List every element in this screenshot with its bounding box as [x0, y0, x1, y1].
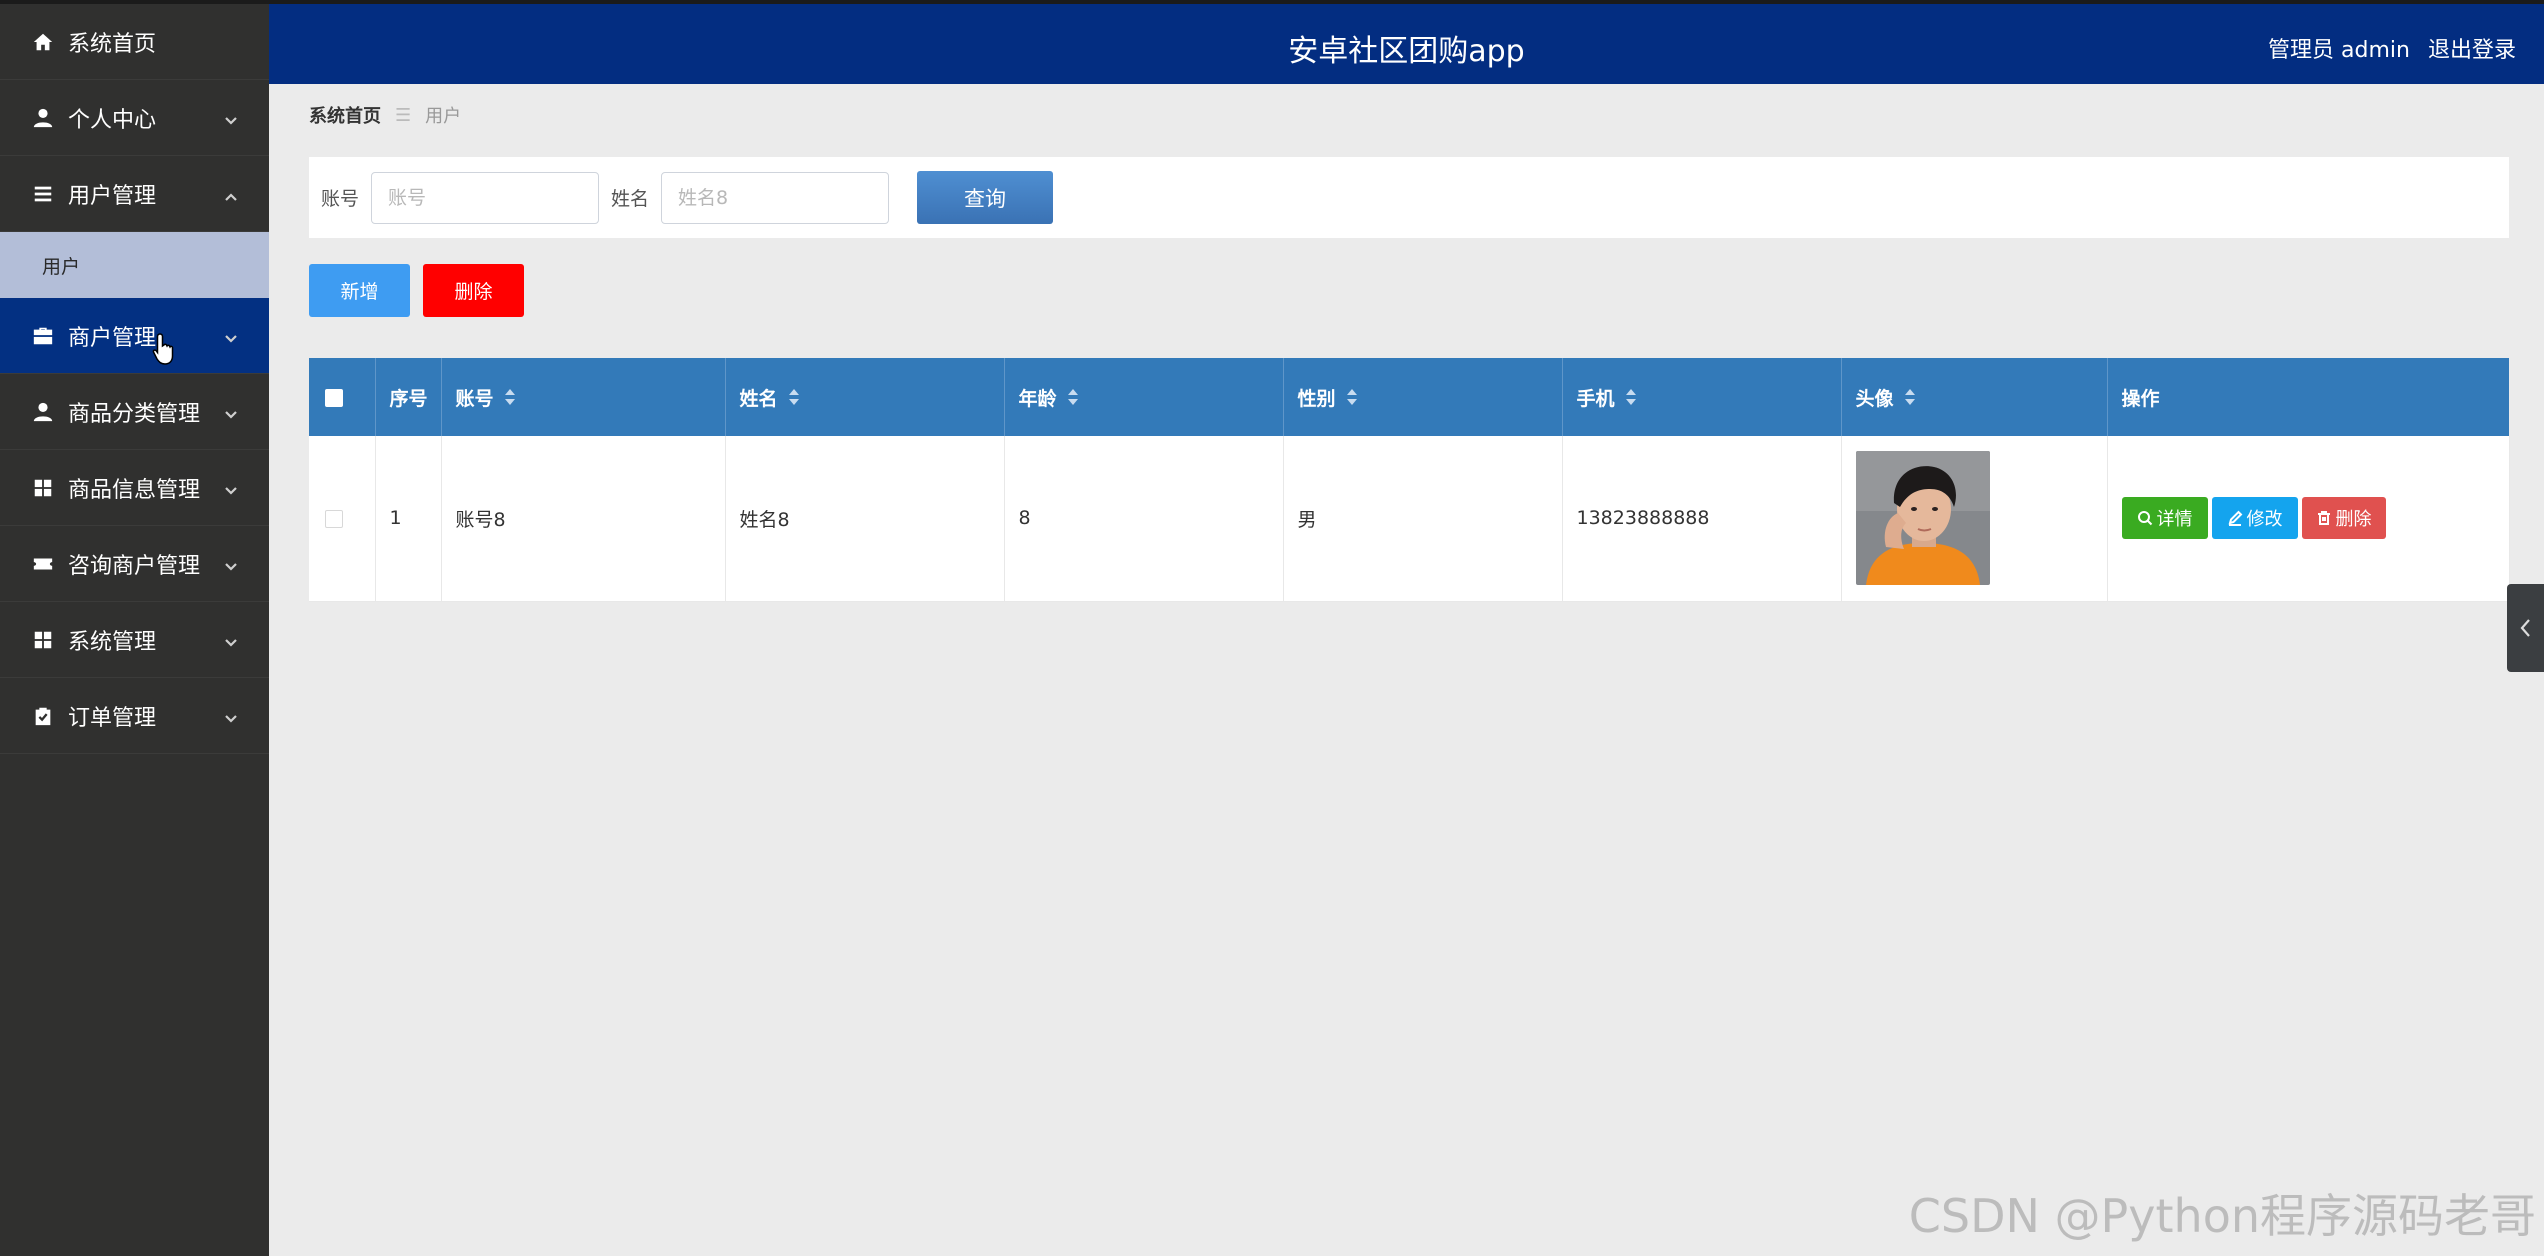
sidebar-item-label: 系统管理 [68, 629, 157, 655]
sidebar-item-product-management[interactable]: 商品信息管理 [0, 450, 269, 526]
sidebar-item-user-management[interactable]: 用户管理 [0, 156, 269, 232]
cell-account: 账号8 [441, 436, 726, 602]
sidebar-item-label: 个人中心 [68, 107, 157, 133]
grid-icon [32, 629, 54, 651]
sort-icon[interactable] [788, 388, 800, 411]
detail-button[interactable]: 详情 [2121, 497, 2208, 540]
detail-button-label: 详情 [2156, 509, 2193, 531]
sidebar-item-label: 订单管理 [68, 705, 157, 731]
column-header-age[interactable]: 年龄 [1004, 358, 1284, 436]
chevron-down-icon [223, 404, 239, 420]
briefcase-icon [32, 325, 54, 347]
table-row: 1 账号8 姓名8 8 男 13823888888 详情 修改 删除 [309, 436, 2510, 602]
sort-icon[interactable] [504, 388, 516, 411]
user-table: 序号 账号 姓名 年龄 性别 手机 头像 操作 1 账号8 姓名8 8 男 13… [309, 358, 2510, 602]
cell-avatar [1841, 436, 2108, 602]
app-title: 安卓社区团购app [1288, 34, 1525, 69]
query-button[interactable]: 查询 [917, 171, 1054, 224]
sidebar-item-personal-center[interactable]: 个人中心 [0, 80, 269, 156]
column-header-index: 序号 [375, 358, 442, 436]
cell-phone: 13823888888 [1562, 436, 1842, 602]
edit-pencil-icon [2228, 510, 2242, 527]
search-panel: 账号 姓名 查询 [309, 157, 2509, 238]
sidebar-subitem-label: 用户 [42, 255, 81, 278]
table-header-row: 序号 账号 姓名 年龄 性别 手机 头像 操作 [309, 358, 2509, 436]
sidebar-subitem-user[interactable]: 用户 [0, 232, 269, 298]
chevron-down-icon [223, 708, 239, 724]
chevron-down-icon [223, 632, 239, 648]
sidebar-item-label: 商户管理 [68, 325, 157, 351]
account-search-input[interactable] [371, 171, 600, 224]
edit-button-label: 修改 [2246, 509, 2283, 531]
column-header-gender[interactable]: 性别 [1283, 358, 1563, 436]
sort-icon[interactable] [1904, 388, 1916, 411]
cell-age: 8 [1004, 436, 1284, 602]
chevron-down-icon [223, 328, 239, 344]
cell-name: 姓名8 [725, 436, 1005, 602]
clipboard-icon [32, 705, 54, 727]
person-icon [32, 401, 54, 423]
sidebar-item-system-management[interactable]: 系统管理 [0, 602, 269, 678]
account-label: 账号 [321, 188, 360, 210]
chevron-up-icon [223, 186, 239, 202]
select-all-header[interactable] [309, 358, 376, 436]
name-label: 姓名 [611, 188, 650, 210]
search-icon [2137, 511, 2152, 526]
sidebar: 系统首页 个人中心 用户管理 用户 商户管理 商品分类管理 商品信息管理 咨询商… [0, 0, 269, 1256]
column-header-actions: 操作 [2121, 387, 2160, 410]
top-header: 安卓社区团购app 管理员 admin 退出登录 [269, 0, 2544, 84]
home-icon [32, 31, 54, 53]
chevron-left-icon [2520, 619, 2530, 637]
sidebar-item-label: 咨询商户管理 [68, 553, 201, 579]
avatar [1855, 451, 1990, 586]
admin-user-label: 管理员 admin [2268, 38, 2410, 63]
sort-icon[interactable] [1625, 388, 1637, 411]
column-header-phone[interactable]: 手机 [1562, 358, 1842, 436]
cell-actions: 详情 修改 删除 [2107, 436, 2510, 602]
column-header-account[interactable]: 账号 [441, 358, 726, 436]
batch-delete-button[interactable]: 删除 [423, 264, 524, 317]
sort-icon[interactable] [1067, 388, 1079, 411]
column-header-name[interactable]: 姓名 [725, 358, 1005, 436]
sidebar-item-label: 商品信息管理 [68, 477, 201, 503]
list-icon [32, 183, 54, 205]
person-icon [32, 107, 54, 129]
side-panel-toggle[interactable] [2507, 584, 2544, 672]
row-select-cell[interactable] [309, 436, 376, 602]
select-all-checkbox[interactable] [325, 388, 343, 407]
sidebar-item-label: 商品分类管理 [68, 401, 201, 427]
sidebar-item-category-management[interactable]: 商品分类管理 [0, 374, 269, 450]
grid-icon [32, 477, 54, 499]
sidebar-item-consult-management[interactable]: 咨询商户管理 [0, 526, 269, 602]
sidebar-item-order-management[interactable]: 订单管理 [0, 678, 269, 754]
logout-link[interactable]: 退出登录 [2428, 32, 2516, 64]
chevron-down-icon [223, 480, 239, 496]
sidebar-item-label: 用户管理 [68, 183, 157, 209]
chevron-down-icon [223, 110, 239, 126]
row-delete-button[interactable]: 删除 [2301, 497, 2386, 540]
name-search-input[interactable] [661, 171, 890, 224]
breadcrumb-home[interactable]: 系统首页 [309, 102, 381, 128]
sidebar-item-merchant-management[interactable]: 商户管理 [0, 298, 269, 374]
column-header-avatar[interactable]: 头像 [1841, 358, 2108, 436]
ticket-icon [32, 553, 54, 575]
cell-gender: 男 [1283, 436, 1563, 602]
trash-icon [2317, 511, 2330, 526]
hand-cursor-icon [152, 333, 174, 365]
sidebar-item-home[interactable]: 系统首页 [0, 4, 269, 80]
chevron-down-icon [223, 556, 239, 572]
edit-button[interactable]: 修改 [2211, 497, 2298, 540]
header-user-area: 管理员 admin 退出登录 [2268, 32, 2516, 64]
add-button[interactable]: 新增 [309, 264, 410, 317]
cell-index: 1 [375, 436, 442, 602]
watermark: CSDN @Python程序源码老哥 [1908, 1189, 2536, 1243]
breadcrumb-separator-icon: ☰ [395, 104, 412, 126]
row-checkbox[interactable] [325, 509, 343, 528]
sort-icon[interactable] [1346, 388, 1358, 411]
row-delete-button-label: 删除 [2335, 509, 2372, 531]
breadcrumb-current: 用户 [425, 106, 462, 127]
sidebar-item-label: 系统首页 [68, 31, 157, 57]
breadcrumb: 系统首页 ☰ 用户 [309, 102, 461, 128]
